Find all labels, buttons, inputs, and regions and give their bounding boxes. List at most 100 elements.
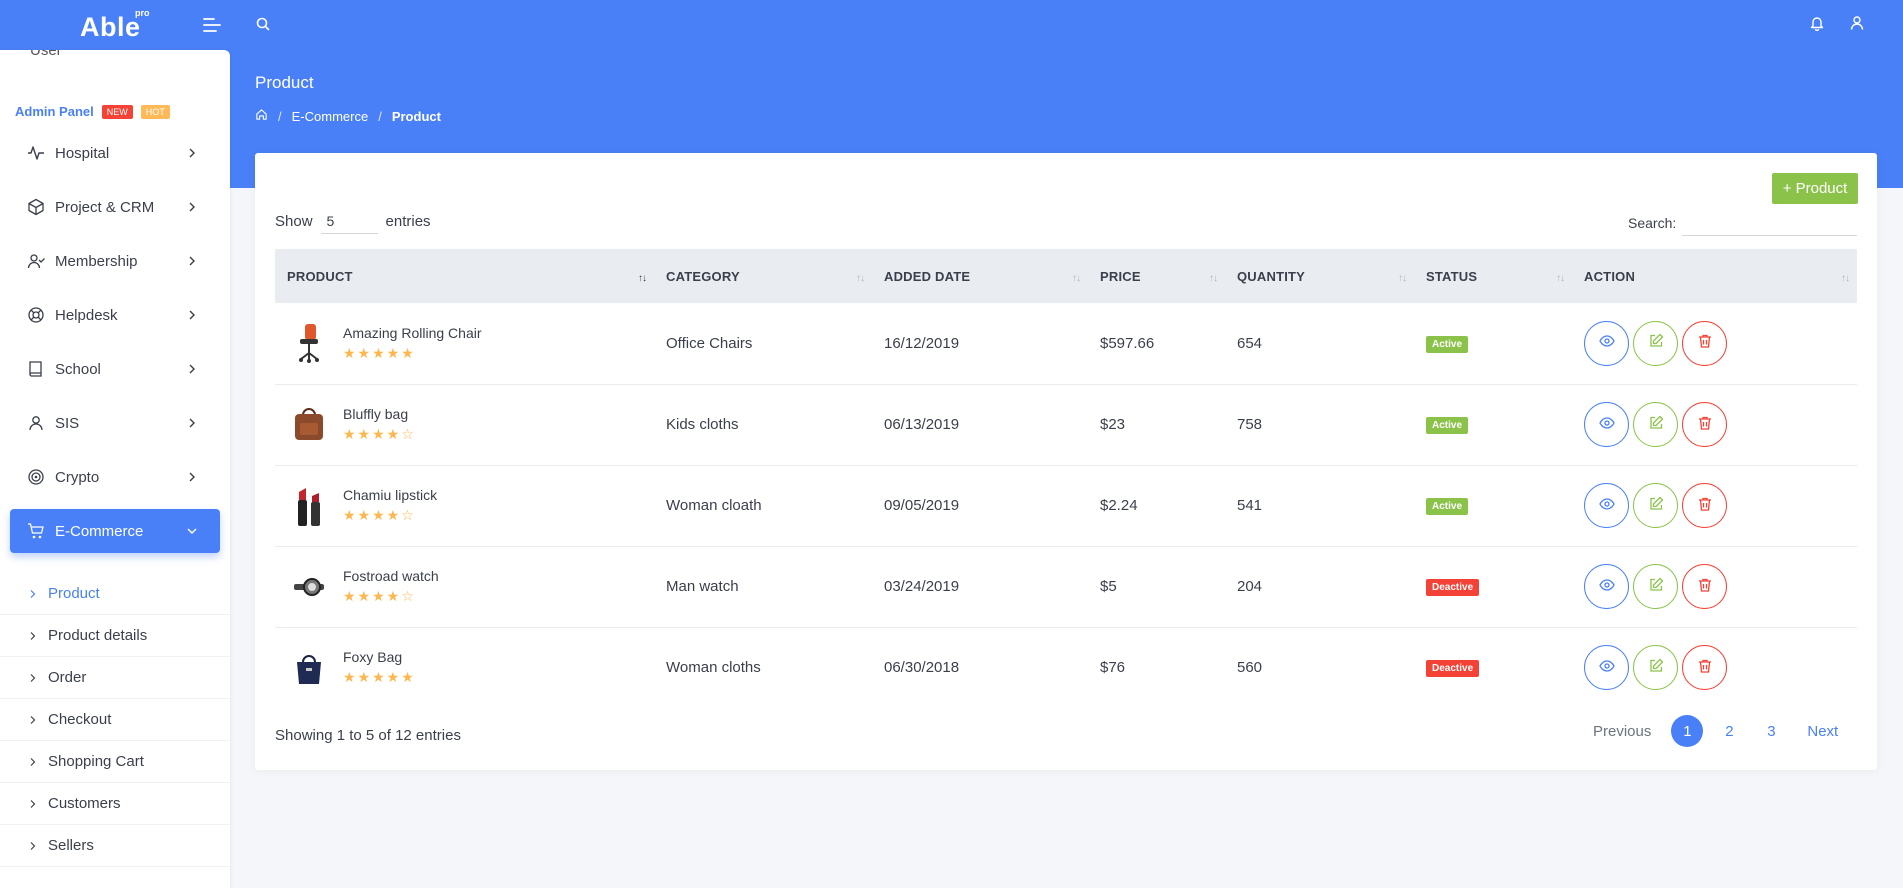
entries-per-page-input[interactable]: [320, 208, 378, 234]
edit-button[interactable]: [1633, 402, 1678, 447]
sidebar-subitem-order[interactable]: Order: [0, 657, 230, 699]
sidebar-item-ecommerce[interactable]: E-Commerce: [10, 509, 220, 553]
chevron-down-icon: [186, 524, 198, 536]
sidebar-subitem-label: Checkout: [48, 711, 112, 728]
product-price: $597.66: [1100, 334, 1155, 352]
trash-icon: [1697, 577, 1713, 597]
search-icon[interactable]: [255, 16, 273, 34]
delete-button[interactable]: [1682, 483, 1727, 528]
sidebar-item-project-crm[interactable]: Project & CRM: [10, 185, 220, 229]
column-header-action[interactable]: ACTION ↑↓: [1572, 249, 1857, 303]
edit-icon: [1648, 415, 1664, 435]
home-icon[interactable]: [255, 108, 268, 124]
status-badge: Active: [1426, 498, 1469, 515]
sidebar-subitem-label: Product: [48, 585, 100, 602]
sidebar-item-helpdesk[interactable]: Helpdesk: [10, 293, 220, 337]
sidebar-subitem-customers[interactable]: Customers: [0, 783, 230, 825]
table-row: Amazing Rolling Chair ★★★★★ Office Chair…: [275, 303, 1857, 384]
sidebar-item-label: Helpdesk: [55, 306, 118, 324]
chevron-right-icon: [186, 200, 198, 212]
delete-button[interactable]: [1682, 564, 1727, 609]
view-button[interactable]: [1584, 402, 1629, 447]
edit-button[interactable]: [1633, 320, 1678, 366]
sidebar-item-crypto[interactable]: Crypto: [10, 455, 220, 499]
delete-button[interactable]: [1682, 320, 1727, 366]
product-image-handbag: [289, 645, 329, 691]
edit-button[interactable]: [1633, 645, 1678, 691]
page-1-button[interactable]: 1: [1671, 715, 1704, 747]
page-2-button[interactable]: 2: [1713, 715, 1745, 747]
view-button[interactable]: [1584, 483, 1629, 528]
life-buoy-icon: [27, 306, 45, 324]
product-category: Man watch: [666, 578, 739, 595]
edit-icon: [1648, 577, 1664, 597]
view-button[interactable]: [1584, 320, 1629, 366]
bell-icon[interactable]: [1809, 15, 1827, 33]
column-header-added-date[interactable]: ADDED DATE ↑↓: [872, 249, 1088, 303]
product-name: Bluffly bag: [343, 406, 409, 422]
sidebar-item-hospital[interactable]: Hospital: [10, 131, 220, 175]
sidebar-item-sis[interactable]: SIS: [10, 401, 220, 445]
sort-icon: ↑↓: [1556, 273, 1565, 284]
column-header-category[interactable]: CATEGORY ↑↓: [654, 249, 872, 303]
sidebar-item-label: Membership: [55, 252, 138, 270]
sidebar-subitem-product-details[interactable]: Product details: [0, 615, 230, 657]
edit-button[interactable]: [1633, 483, 1678, 528]
eye-icon: [1598, 658, 1615, 678]
chevron-right-icon: [28, 673, 38, 683]
delete-button[interactable]: [1682, 645, 1727, 691]
activity-icon: [27, 144, 45, 162]
product-table: PRODUCT ↑↓ CATEGORY ↑↓ ADDED DATE ↑↓ PRICE ↑…: [275, 249, 1857, 708]
add-product-button[interactable]: + Product: [1772, 173, 1858, 204]
page-3-button[interactable]: 3: [1755, 715, 1787, 747]
user-icon[interactable]: [1849, 15, 1867, 33]
breadcrumb-current: Product: [391, 108, 441, 124]
sidebar-subitem-label: Order: [48, 669, 87, 686]
trash-icon: [1697, 415, 1713, 435]
status-badge: Deactive: [1426, 579, 1480, 596]
target-icon: [27, 468, 45, 486]
sidebar-subitem-sellers[interactable]: Sellers: [0, 825, 230, 867]
sort-icon: ↑↓: [1209, 273, 1218, 284]
sidebar-item-school[interactable]: School: [10, 347, 220, 391]
table-header-row: PRODUCT ↑↓ CATEGORY ↑↓ ADDED DATE ↑↓ PRICE ↑…: [275, 249, 1857, 303]
sidebar: User Admin Panel NEW HOT Hospital Projec…: [0, 50, 230, 888]
chevron-right-icon: [186, 470, 198, 482]
trash-icon: [1697, 333, 1713, 353]
search-input[interactable]: [1682, 210, 1858, 236]
app-logo[interactable]: Able: [80, 12, 141, 43]
column-header-status[interactable]: STATUS ↑↓: [1414, 249, 1572, 303]
sort-icon: ↑↓: [638, 273, 647, 284]
chevron-right-icon: [186, 362, 198, 374]
table-row: Chamiu lipstick ★★★★☆ Woman cloath 09/05…: [275, 465, 1857, 546]
eye-icon: [1598, 496, 1615, 516]
delete-button[interactable]: [1682, 402, 1727, 447]
view-button[interactable]: [1584, 564, 1629, 609]
next-page-button[interactable]: Next: [1797, 723, 1848, 740]
column-header-price[interactable]: PRICE ↑↓: [1088, 249, 1225, 303]
sidebar-subitem-checkout[interactable]: Checkout: [0, 699, 230, 741]
sidebar-item-user-partial[interactable]: User: [30, 50, 62, 59]
sidebar-item-membership[interactable]: Membership: [10, 239, 220, 283]
product-image-lipstick: [289, 483, 329, 529]
sidebar-subitem-shopping-cart[interactable]: Shopping Cart: [0, 741, 230, 783]
user-check-icon: [27, 252, 45, 270]
column-header-quantity[interactable]: QUANTITY ↑↓: [1225, 249, 1414, 303]
product-card: + Product Show entries Search: PRODUCT↑↓…: [255, 153, 1877, 770]
breadcrumb-ecommerce[interactable]: E-Commerce: [292, 109, 369, 124]
chevron-right-icon: [28, 631, 38, 641]
edit-icon: [1648, 333, 1664, 353]
rating-stars: ★★★★☆: [343, 426, 416, 442]
chevron-right-icon: [186, 416, 198, 428]
menu-toggle-icon[interactable]: [202, 16, 222, 34]
edit-button[interactable]: [1633, 564, 1678, 609]
column-header-product[interactable]: PRODUCT ↑↓: [275, 249, 654, 303]
sort-icon: ↑↓: [1072, 273, 1081, 284]
package-icon: [27, 198, 45, 216]
status-badge: Active: [1426, 417, 1469, 434]
previous-page-button[interactable]: Previous: [1583, 723, 1661, 740]
view-button[interactable]: [1584, 645, 1629, 691]
trash-icon: [1697, 496, 1713, 516]
product-name: Fostroad watch: [343, 568, 439, 584]
sidebar-subitem-product[interactable]: Product: [0, 573, 230, 615]
